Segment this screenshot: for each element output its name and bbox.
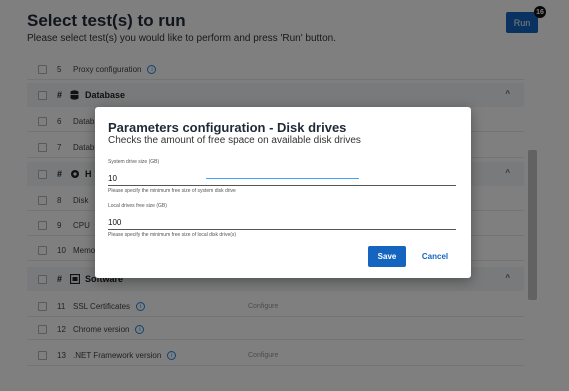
dialog-title: Parameters configuration - Disk drives xyxy=(108,120,347,135)
input-focus-underline xyxy=(206,178,359,179)
field-label: System drive size (GB) xyxy=(108,159,160,165)
save-button[interactable]: Save xyxy=(368,246,406,267)
cancel-button[interactable]: Cancel xyxy=(418,246,452,267)
system-drive-size-input[interactable] xyxy=(108,172,456,186)
field-help: Please specify the minimum free size of … xyxy=(108,232,237,238)
field-label: Local drives free size (GB) xyxy=(108,203,167,209)
field-help: Please specify the minimum free size of … xyxy=(108,188,236,194)
system-drive-size-field: System drive size (GB) Please specify th… xyxy=(108,159,456,194)
local-drives-free-size-field: Local drives free size (GB) Please speci… xyxy=(108,203,456,238)
dialog-subtitle: Checks the amount of free space on avail… xyxy=(108,135,361,146)
local-drives-free-size-input[interactable] xyxy=(108,216,456,230)
parameters-dialog: Parameters configuration - Disk drives C… xyxy=(95,107,471,278)
